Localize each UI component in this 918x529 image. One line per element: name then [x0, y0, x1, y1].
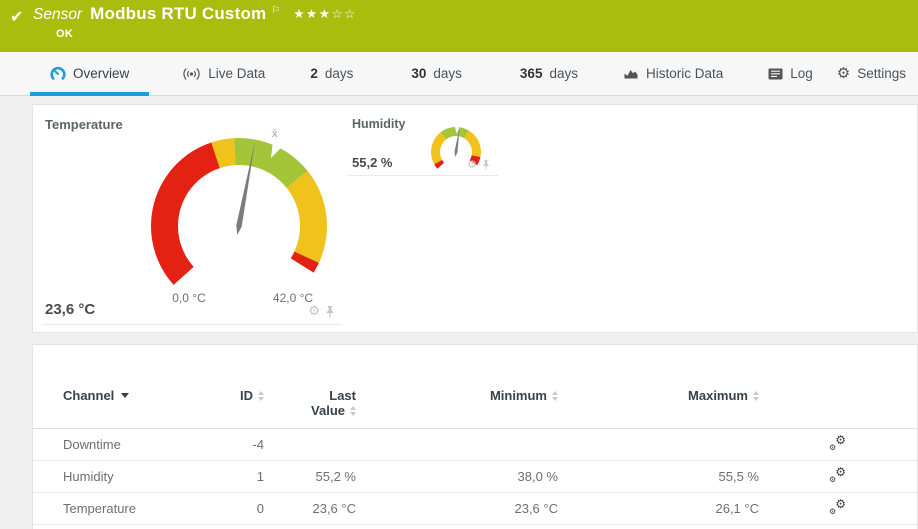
humidity-gauge-cell: Humidity 55,2 % ⚙	[348, 105, 498, 176]
mean-marker: x̄	[272, 128, 278, 140]
temperature-gauge	[150, 138, 327, 285]
area-chart-icon	[623, 67, 639, 80]
table-row-humidity: Humidity 1 55,2 % 38,0 % 55,5 % ⚙ ⚙	[33, 461, 917, 493]
sort-desc-icon	[121, 393, 130, 398]
sensor-status-bar: ✔ Sensor Modbus RTU Custom ⚐ ★★★☆☆ OK	[0, 0, 918, 52]
stars-empty[interactable]: ☆☆	[331, 6, 356, 21]
tab-label: Log	[790, 66, 813, 81]
table-header-row: Channel ID Last Value Minimum Maximum	[33, 345, 917, 429]
tab-bar: Overview Live Data 2 days 30 days 365 da…	[0, 52, 918, 96]
channel-name: Downtime	[63, 437, 121, 452]
column-label: ID	[240, 388, 253, 403]
column-header-last-value[interactable]: Last Value	[264, 388, 356, 428]
tab-label: Overview	[73, 66, 130, 81]
pin-icon[interactable]	[325, 305, 335, 318]
tab-365-days[interactable]: 365 days	[500, 52, 598, 95]
tab-label: Settings	[857, 66, 907, 81]
tab-number: 30	[411, 66, 427, 81]
channel-last-value: 23,6 °C	[45, 301, 96, 318]
channel-minimum: 38,0 %	[517, 469, 558, 484]
table-row-temperature: Temperature 0 23,6 °C 23,6 °C 26,1 °C ⚙ ⚙	[33, 493, 917, 525]
channel-title: Humidity	[352, 117, 406, 131]
tab-settings[interactable]: ⚙ Settings	[833, 52, 910, 95]
gear-icon: ⚙	[836, 64, 851, 82]
channels-table-panel: Channel ID Last Value Minimum Maximum Do…	[32, 344, 918, 529]
channel-last-value: 23,6 °C	[312, 501, 356, 516]
column-header-channel[interactable]: Channel	[63, 388, 203, 428]
gauge-max-label: 42,0 °C	[272, 291, 314, 305]
channel-id: 0	[256, 501, 264, 516]
channel-maximum: 26,1 °C	[715, 501, 759, 516]
column-header-maximum[interactable]: Maximum	[558, 388, 759, 428]
gauge-cell-actions: ⚙	[308, 305, 335, 318]
column-label: Maximum	[688, 388, 748, 403]
column-label: Channel	[63, 388, 115, 403]
channel-last-value: 55,2 %	[315, 469, 356, 484]
tab-2-days[interactable]: 2 days	[290, 52, 373, 95]
channel-name: Temperature	[63, 501, 136, 516]
sensor-name: Modbus RTU Custom	[90, 4, 267, 23]
channel-maximum: 55,5 %	[718, 469, 759, 484]
temperature-gauge-cell: Temperature x̄ 0,0 °C 42,0 °C 23,6 °C ⚙	[43, 105, 341, 325]
channel-title: Temperature	[45, 117, 123, 132]
channel-id: -4	[252, 437, 264, 452]
channel-gear-icon[interactable]: ⚙	[467, 159, 477, 170]
column-header-id[interactable]: ID	[203, 388, 264, 428]
gauge-cell-actions: ⚙	[467, 159, 490, 170]
table-row-downtime: Downtime -4 ⚙ ⚙	[33, 429, 917, 461]
column-header-minimum[interactable]: Minimum	[356, 388, 558, 428]
column-label: Last	[329, 388, 356, 403]
column-label: Value	[311, 403, 345, 418]
gauge-min-label: 0,0 °C	[172, 291, 206, 305]
log-list-icon	[768, 68, 783, 80]
status-badge: OK	[56, 28, 74, 40]
tab-label: Historic Data	[645, 66, 724, 81]
tab-label: days	[549, 66, 578, 81]
tab-overview[interactable]: Overview	[30, 52, 150, 96]
tab-number: 2	[310, 66, 318, 81]
priority-stars[interactable]: ★★★☆☆	[293, 6, 357, 21]
channel-settings-button[interactable]: ⚙ ⚙	[829, 498, 846, 516]
channel-name: Humidity	[63, 469, 114, 484]
pin-icon[interactable]	[482, 159, 490, 170]
tab-30-days[interactable]: 30 days	[391, 52, 482, 95]
live-signal-icon	[182, 67, 201, 81]
column-label: Minimum	[489, 388, 547, 403]
channel-id: 1	[256, 469, 264, 484]
object-kind-label: Sensor	[33, 6, 83, 23]
gauges-panel: Temperature x̄ 0,0 °C 42,0 °C 23,6 °C ⚙ …	[32, 104, 918, 333]
tab-live-data[interactable]: Live Data	[162, 52, 285, 95]
channel-settings-button[interactable]: ⚙ ⚙	[829, 434, 846, 452]
tab-log[interactable]: Log	[748, 52, 833, 95]
tab-number: 365	[519, 66, 543, 81]
tab-label: days	[324, 66, 354, 81]
prtg-sensor-page: ✔ Sensor Modbus RTU Custom ⚐ ★★★☆☆ OK Ov…	[0, 0, 918, 529]
channel-last-value: 55,2 %	[352, 155, 393, 170]
channel-settings-button[interactable]: ⚙ ⚙	[829, 466, 846, 484]
stars-filled[interactable]: ★★★	[293, 6, 331, 21]
tab-label: Live Data	[208, 66, 266, 81]
channel-minimum: 23,6 °C	[514, 501, 558, 516]
ok-check-icon: ✔	[10, 7, 24, 26]
priority-flag-icon: ⚐	[271, 5, 281, 16]
tab-historic-data[interactable]: Historic Data	[603, 52, 743, 95]
sensor-title-row: Sensor Modbus RTU Custom ⚐ ★★★☆☆	[33, 4, 357, 24]
gauge-icon	[50, 66, 66, 82]
tab-label: days	[433, 66, 462, 81]
channel-gear-icon[interactable]: ⚙	[308, 305, 320, 318]
